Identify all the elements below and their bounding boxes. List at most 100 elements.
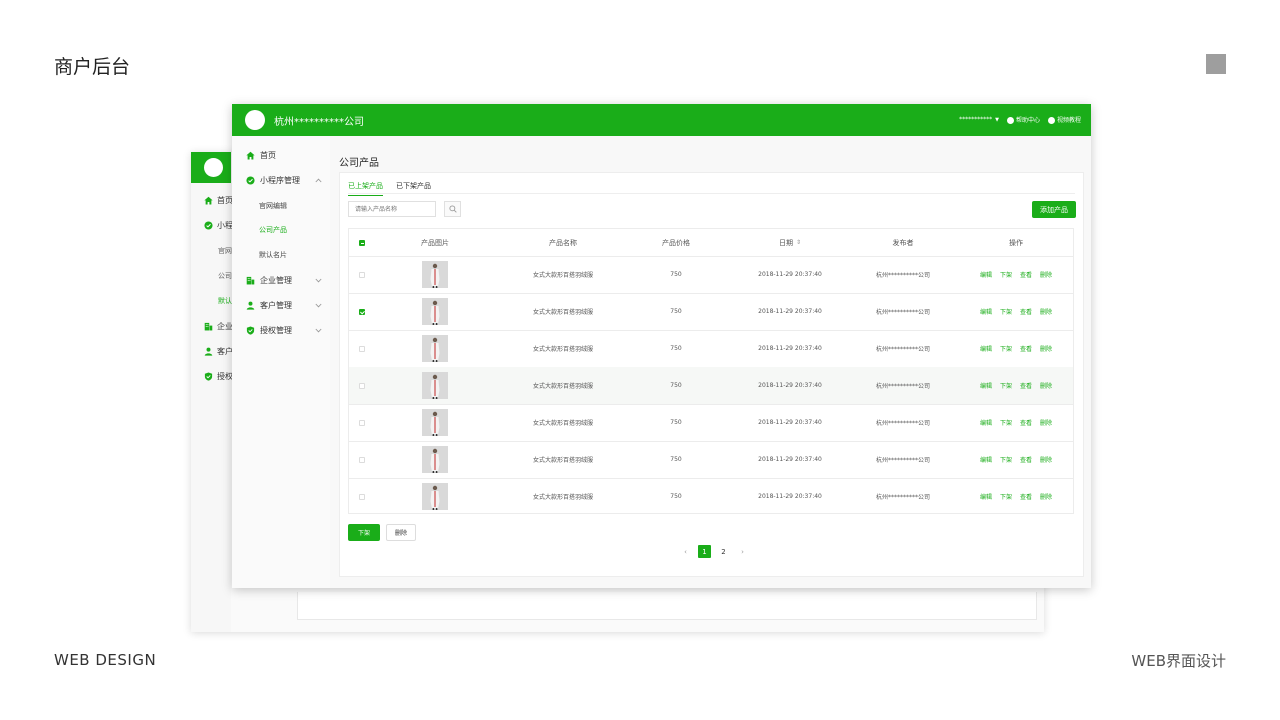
offline-link[interactable]: 下架	[1000, 381, 1012, 390]
delete-button[interactable]: 删除	[386, 524, 416, 541]
edit-link[interactable]: 编辑	[980, 455, 992, 464]
view-link[interactable]: 查看	[1020, 307, 1032, 316]
sidebar-item-website-edit[interactable]: 官网编辑	[259, 201, 335, 211]
row-checkbox[interactable]	[359, 419, 365, 426]
edit-link[interactable]: 编辑	[980, 344, 992, 353]
offline-link[interactable]: 下架	[1000, 418, 1012, 427]
sidebar-item-authorization[interactable]: 授权管理	[246, 325, 322, 336]
delete-link[interactable]: 删除	[1040, 344, 1052, 353]
user-icon	[246, 301, 255, 310]
delete-link[interactable]: 删除	[1040, 455, 1052, 464]
delete-link[interactable]: 删除	[1040, 418, 1052, 427]
sidebar-item-enterprise[interactable]: 企业管理	[246, 275, 322, 286]
row-checkbox-cell	[349, 293, 375, 330]
row-checkbox[interactable]	[359, 493, 365, 500]
row-checkbox[interactable]	[359, 456, 365, 463]
page-title: 公司产品	[339, 158, 379, 169]
offline-link[interactable]: 下架	[1000, 492, 1012, 501]
content-panel: 已上架产品 已下架产品 添加产品 产品图片 产品名称 产品价格 日期⇕ 发布者 操作 女式…	[339, 172, 1084, 577]
select-all-checkbox[interactable]	[359, 239, 365, 246]
delete-link[interactable]: 删除	[1040, 270, 1052, 279]
sidebar-item-label: 小程序管理	[260, 176, 300, 185]
offline-link[interactable]: 下架	[1000, 344, 1012, 353]
search-icon	[448, 205, 457, 213]
next-page-button[interactable]: ›	[736, 545, 749, 558]
product-thumbnail[interactable]	[422, 335, 448, 362]
header-col-date[interactable]: 日期 ⇕	[733, 229, 847, 256]
edit-link[interactable]: 编辑	[980, 307, 992, 316]
video-tutorial-link[interactable]: 视频教程	[1047, 115, 1081, 124]
row-checkbox-cell	[349, 441, 375, 478]
back-sidebar-item: 公司	[218, 271, 232, 281]
product-price: 750	[670, 456, 682, 463]
offline-link[interactable]: 下架	[1000, 455, 1012, 464]
row-checkbox[interactable]	[359, 271, 365, 278]
sidebar-item-company-products[interactable]: 公司产品	[259, 225, 335, 235]
sidebar-item-home[interactable]: 首页	[246, 150, 322, 161]
top-bar: 杭州**********公司 *********** ▼ 帮助中心 视频教程	[232, 104, 1091, 136]
product-thumbnail[interactable]	[422, 298, 448, 325]
building-icon	[204, 322, 213, 331]
header-col-price: 产品价格	[619, 229, 733, 256]
header-label: 发布者	[892, 238, 914, 247]
chevron-up-icon	[315, 177, 322, 185]
delete-link[interactable]: 删除	[1040, 381, 1052, 390]
edit-link[interactable]: 编辑	[980, 418, 992, 427]
search-input[interactable]	[348, 201, 436, 217]
company-logo[interactable]	[245, 110, 265, 130]
product-publisher: 杭州**********公司	[875, 383, 930, 390]
page-2-button[interactable]: 2	[717, 545, 730, 558]
sidebar-item-label: 企业管理	[260, 276, 292, 285]
product-date: 2018-11-29 20:37:40	[758, 271, 822, 278]
table-row: 女式大款形百搭羽绒服 750 2018-11-29 20:37:40 杭州******…	[349, 478, 1073, 515]
offline-link[interactable]: 下架	[1000, 270, 1012, 279]
sidebar-item-mini-program[interactable]: 小程序管理	[246, 175, 322, 186]
prev-page-button[interactable]: ‹	[679, 545, 692, 558]
view-link[interactable]: 查看	[1020, 381, 1032, 390]
row-checkbox[interactable]	[359, 345, 365, 352]
sidebar-item-default-card[interactable]: 默认名片	[259, 250, 335, 260]
help-icon	[1006, 117, 1014, 124]
header-col-actions: 操作	[959, 229, 1073, 256]
page-1-button[interactable]: 1	[698, 545, 711, 558]
offline-button[interactable]: 下架	[348, 524, 380, 541]
table-header: 产品图片 产品名称 产品价格 日期 ⇕ 发布者 操作	[349, 229, 1073, 257]
add-product-button[interactable]: 添加产品	[1032, 201, 1076, 218]
product-image-cell	[387, 441, 483, 478]
tab-listed-products[interactable]: 已上架产品	[348, 181, 383, 196]
edit-link[interactable]: 编辑	[980, 270, 992, 279]
view-link[interactable]: 查看	[1020, 492, 1032, 501]
back-sidebar-item: 客户	[204, 346, 233, 357]
product-thumbnail[interactable]	[422, 409, 448, 436]
row-checkbox-cell	[349, 404, 375, 441]
account-menu[interactable]: *********** ▼	[959, 116, 999, 123]
tab-unlisted-products[interactable]: 已下架产品	[396, 181, 431, 195]
product-name: 女式大款形百搭羽绒服	[532, 346, 593, 353]
row-checkbox[interactable]	[359, 382, 365, 389]
sidebar-item-customers[interactable]: 客户管理	[246, 300, 322, 311]
view-link[interactable]: 查看	[1020, 344, 1032, 353]
header-label: 产品名称	[549, 238, 577, 247]
edit-link[interactable]: 编辑	[980, 492, 992, 501]
view-link[interactable]: 查看	[1020, 455, 1032, 464]
view-link[interactable]: 查看	[1020, 270, 1032, 279]
search-button[interactable]	[444, 201, 461, 217]
row-checkbox-cell	[349, 256, 375, 293]
product-thumbnail[interactable]	[422, 372, 448, 399]
select-all-checkbox-cell	[349, 229, 375, 256]
company-name: 杭州**********公司	[274, 117, 364, 128]
offline-link[interactable]: 下架	[1000, 307, 1012, 316]
view-link[interactable]: 查看	[1020, 418, 1032, 427]
product-publisher: 杭州**********公司	[875, 309, 930, 316]
product-image-cell	[387, 404, 483, 441]
product-thumbnail[interactable]	[422, 261, 448, 288]
delete-link[interactable]: 删除	[1040, 307, 1052, 316]
row-checkbox-cell	[349, 367, 375, 404]
delete-link[interactable]: 删除	[1040, 492, 1052, 501]
help-center-link[interactable]: 帮助中心	[1006, 115, 1040, 124]
edit-link[interactable]: 编辑	[980, 381, 992, 390]
row-checkbox[interactable]	[359, 308, 365, 315]
product-image-cell	[387, 330, 483, 367]
product-thumbnail[interactable]	[422, 446, 448, 473]
product-thumbnail[interactable]	[422, 483, 448, 510]
